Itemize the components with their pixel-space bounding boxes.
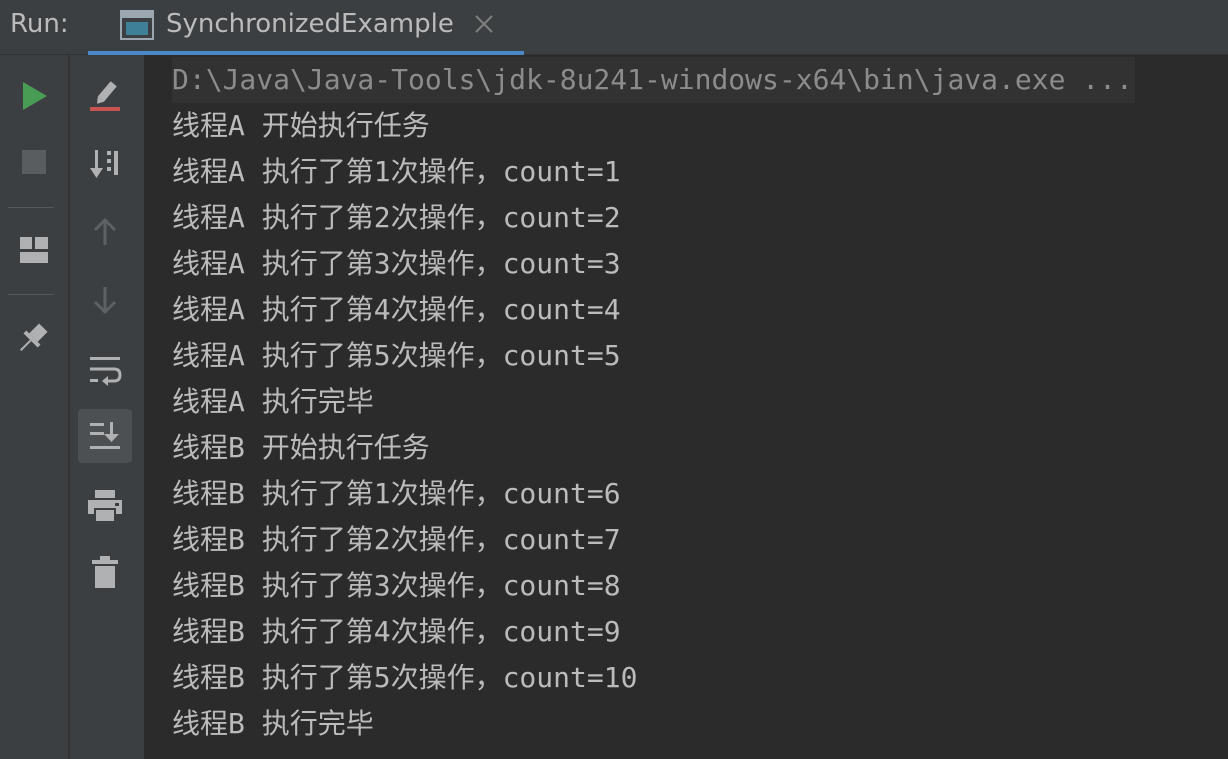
- output-line: 线程A 执行了第2次操作，count=2: [172, 201, 621, 234]
- scroll-to-end-button[interactable]: [78, 409, 132, 463]
- arrow-up-icon: [91, 217, 119, 247]
- tab-title: SynchronizedExample: [166, 9, 454, 39]
- output-line: 线程A 执行了第1次操作，count=1: [172, 155, 621, 188]
- stop-icon: [21, 149, 47, 175]
- close-icon[interactable]: [472, 12, 496, 36]
- clear-output-icon: [88, 79, 122, 113]
- run-header: Run: SynchronizedExample: [0, 0, 1228, 55]
- layout-button[interactable]: [7, 223, 61, 277]
- command-line: D:\Java\Java-Tools\jdk-8u241-windows-x64…: [172, 57, 1135, 103]
- output-line: 线程A 执行了第4次操作，count=4: [172, 293, 621, 326]
- run-button[interactable]: [7, 69, 61, 123]
- output-line: 线程B 开始执行任务: [172, 431, 430, 464]
- run-tool-window: Run: SynchronizedExample D:\Java\Java-To…: [0, 0, 1228, 759]
- run-icon: [19, 80, 49, 112]
- output-line: 线程B 执行完毕: [172, 707, 374, 740]
- output-line: 线程B 执行了第1次操作，count=6: [172, 477, 621, 510]
- output-line: 线程B 执行了第3次操作，count=8: [172, 569, 621, 602]
- toolbar-separator: [8, 294, 54, 295]
- run-label: Run:: [10, 9, 69, 39]
- output-line: 线程A 执行完毕: [172, 385, 374, 418]
- previous-occurrence-button[interactable]: [78, 205, 132, 259]
- clear-output-button[interactable]: [78, 69, 132, 123]
- toolbar-separator: [8, 207, 54, 208]
- console-window-icon: [120, 10, 154, 40]
- next-occurrence-button[interactable]: [78, 273, 132, 327]
- output-line: 线程A 开始执行任务: [172, 109, 430, 142]
- output-line: 线程B 执行了第5次操作，count=10: [172, 661, 638, 694]
- tab-synchronized-example[interactable]: SynchronizedExample: [88, 0, 524, 55]
- scroll-to-end-icon: [88, 420, 122, 452]
- output-line: 线程A 执行了第5次操作，count=5: [172, 339, 621, 372]
- output-line: 线程B 执行了第2次操作，count=7: [172, 523, 621, 556]
- layout-icon: [19, 236, 49, 264]
- sort-icon: [89, 148, 121, 180]
- sort-button[interactable]: [78, 137, 132, 191]
- console-toolbar: [70, 55, 144, 759]
- print-button[interactable]: [78, 479, 132, 533]
- print-icon: [87, 489, 123, 523]
- pin-icon: [14, 321, 50, 357]
- left-toolbar: [0, 55, 68, 759]
- delete-button[interactable]: [78, 545, 132, 599]
- pin-tab-button[interactable]: [5, 312, 59, 366]
- soft-wrap-icon: [88, 354, 122, 386]
- console-output[interactable]: D:\Java\Java-Tools\jdk-8u241-windows-x64…: [144, 55, 1228, 759]
- stop-button[interactable]: [7, 135, 61, 189]
- output-line: 线程B 执行了第4次操作，count=9: [172, 615, 621, 648]
- arrow-down-icon: [91, 285, 119, 315]
- soft-wrap-button[interactable]: [78, 343, 132, 397]
- trash-icon: [91, 555, 119, 589]
- output-line: 线程A 执行了第3次操作，count=3: [172, 247, 621, 280]
